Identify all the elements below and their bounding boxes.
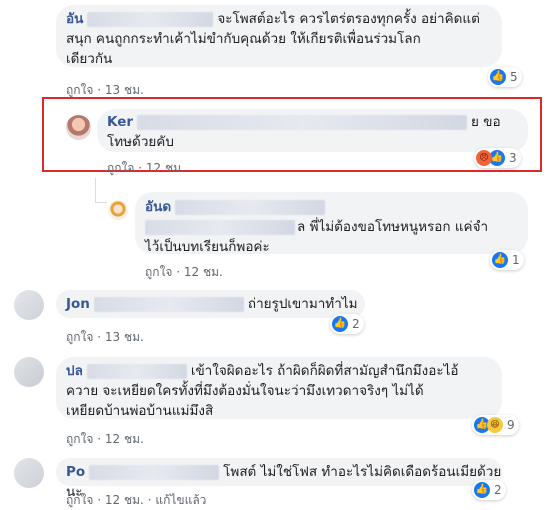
comment-text: สนุก คนถูกกระทำเค้าไม่ขำกับคุณด้วย ให้เก… bbox=[66, 31, 421, 47]
comment-bubble: อันด ล พี่ไม่ต้องขอโทษหนูหรอก แค่จำ ไว้เ… bbox=[135, 192, 528, 255]
comment-author[interactable]: Po bbox=[66, 464, 85, 480]
comment-bubble: อัน จะโพสต์อะไร ควรไตร่ตรองทุกครั้ง อย่าค… bbox=[56, 5, 502, 67]
angry-icon: 😠 bbox=[476, 150, 492, 166]
comment-text: ล พี่ไม่ต้องขอโทษหนูหรอก แค่จำ bbox=[297, 219, 489, 235]
timestamp[interactable]: 12 ชม. bbox=[105, 493, 144, 507]
reaction-summary[interactable]: 👍 2 bbox=[472, 480, 506, 500]
comment-bubble: ปล เข้าใจผิดอะไร ถ้าผิดก็ผิดที่สามัญสำนึก… bbox=[56, 357, 502, 419]
comment-text: จะโพสต์อะไร ควรไตร่ตรองทุกครั้ง อย่าคิดแ… bbox=[217, 11, 480, 27]
comment-text: ย ขอ bbox=[471, 114, 501, 130]
like-icon: 👍 bbox=[474, 482, 490, 498]
like-link[interactable]: ถูกใจ bbox=[66, 83, 93, 97]
comment-bubble: Ker ย ขอ โทษด้วยคับ bbox=[97, 109, 528, 152]
comment-author[interactable]: Ker bbox=[107, 114, 133, 130]
reaction-summary[interactable]: 👍 2 bbox=[330, 314, 364, 334]
like-link[interactable]: ถูกใจ bbox=[145, 265, 172, 279]
like-icon: 👍 bbox=[492, 252, 508, 268]
like-icon: 👍 bbox=[332, 316, 348, 332]
haha-icon: 😆 bbox=[487, 417, 503, 433]
comment-meta: ถูกใจ · 12 ชม. bbox=[107, 161, 185, 175]
comment-text: ควาย จะเหยียดใครทั้งที่มึงต้องมั่นใจนะว่… bbox=[66, 383, 424, 399]
reaction-summary[interactable]: 👍 1 bbox=[490, 250, 524, 270]
redacted-text bbox=[137, 114, 468, 130]
like-link[interactable]: ถูกใจ bbox=[66, 493, 93, 507]
avatar[interactable] bbox=[14, 290, 44, 320]
comment-author[interactable]: อัน bbox=[66, 11, 83, 27]
avatar[interactable] bbox=[14, 458, 44, 488]
timestamp[interactable]: 12 ชม. bbox=[105, 432, 144, 446]
timestamp[interactable]: 13 ชม. bbox=[105, 330, 144, 344]
comment-meta: ถูกใจ · 12 ชม. · แก้ไขแล้ว bbox=[66, 493, 207, 507]
redacted-name bbox=[93, 296, 244, 312]
like-icon: 👍 bbox=[490, 69, 506, 85]
redacted-text bbox=[145, 219, 295, 235]
comment-text: ถ่ายรูปเขามาทำไม bbox=[247, 296, 358, 312]
like-link[interactable]: ถูกใจ bbox=[66, 432, 93, 446]
thread-line bbox=[95, 202, 107, 203]
timestamp[interactable]: 13 ชม. bbox=[105, 83, 144, 97]
comment-text: เข้าใจผิดอะไร ถ้าผิดก็ผิดที่สามัญสำนึกมึ… bbox=[190, 363, 459, 379]
timestamp[interactable]: 12 ชม. bbox=[146, 161, 185, 175]
comment-bubble: Po โพสต์ ไม่ใช่โฟส ทำอะไรไม่คิดเดือดร้อนเ… bbox=[56, 458, 502, 500]
comment-text: เดียวกัน bbox=[66, 51, 113, 67]
avatar[interactable] bbox=[66, 115, 91, 140]
comment-text: โทษด้วยคับ bbox=[107, 134, 174, 150]
comment-bubble: Jon ถ่ายรูปเขามาทำไม bbox=[56, 290, 365, 318]
comment-author[interactable]: อันด bbox=[145, 199, 171, 215]
comment-author[interactable]: Jon bbox=[66, 296, 90, 312]
comment-text: ไว้เป็นบทเรียนก็พอค่ะ bbox=[145, 239, 270, 255]
redacted-name bbox=[175, 199, 326, 215]
comment-author[interactable]: ปล bbox=[66, 363, 83, 379]
reaction-summary[interactable]: 👍 5 bbox=[488, 67, 522, 87]
comment-meta: ถูกใจ · 12 ชม. bbox=[145, 265, 223, 279]
redacted-name bbox=[89, 464, 220, 480]
redacted-name bbox=[87, 11, 214, 27]
edited-label: แก้ไขแล้ว bbox=[155, 493, 207, 507]
redacted-name bbox=[86, 363, 187, 379]
reaction-summary[interactable]: 👍 😆 9 bbox=[472, 415, 519, 435]
reaction-summary[interactable]: 😠 👍 3 bbox=[474, 148, 521, 168]
avatar[interactable] bbox=[108, 200, 128, 220]
avatar[interactable] bbox=[14, 357, 44, 387]
like-link[interactable]: ถูกใจ bbox=[66, 330, 93, 344]
comment-meta: ถูกใจ · 13 ชม. bbox=[66, 330, 144, 344]
timestamp[interactable]: 12 ชม. bbox=[184, 265, 223, 279]
thread-line bbox=[95, 178, 96, 203]
like-link[interactable]: ถูกใจ bbox=[107, 161, 134, 175]
comment-meta: ถูกใจ · 12 ชม. bbox=[66, 432, 144, 446]
comment-text: เหยียดบ้านพ่อบ้านแม่มึงสิ bbox=[66, 403, 214, 419]
